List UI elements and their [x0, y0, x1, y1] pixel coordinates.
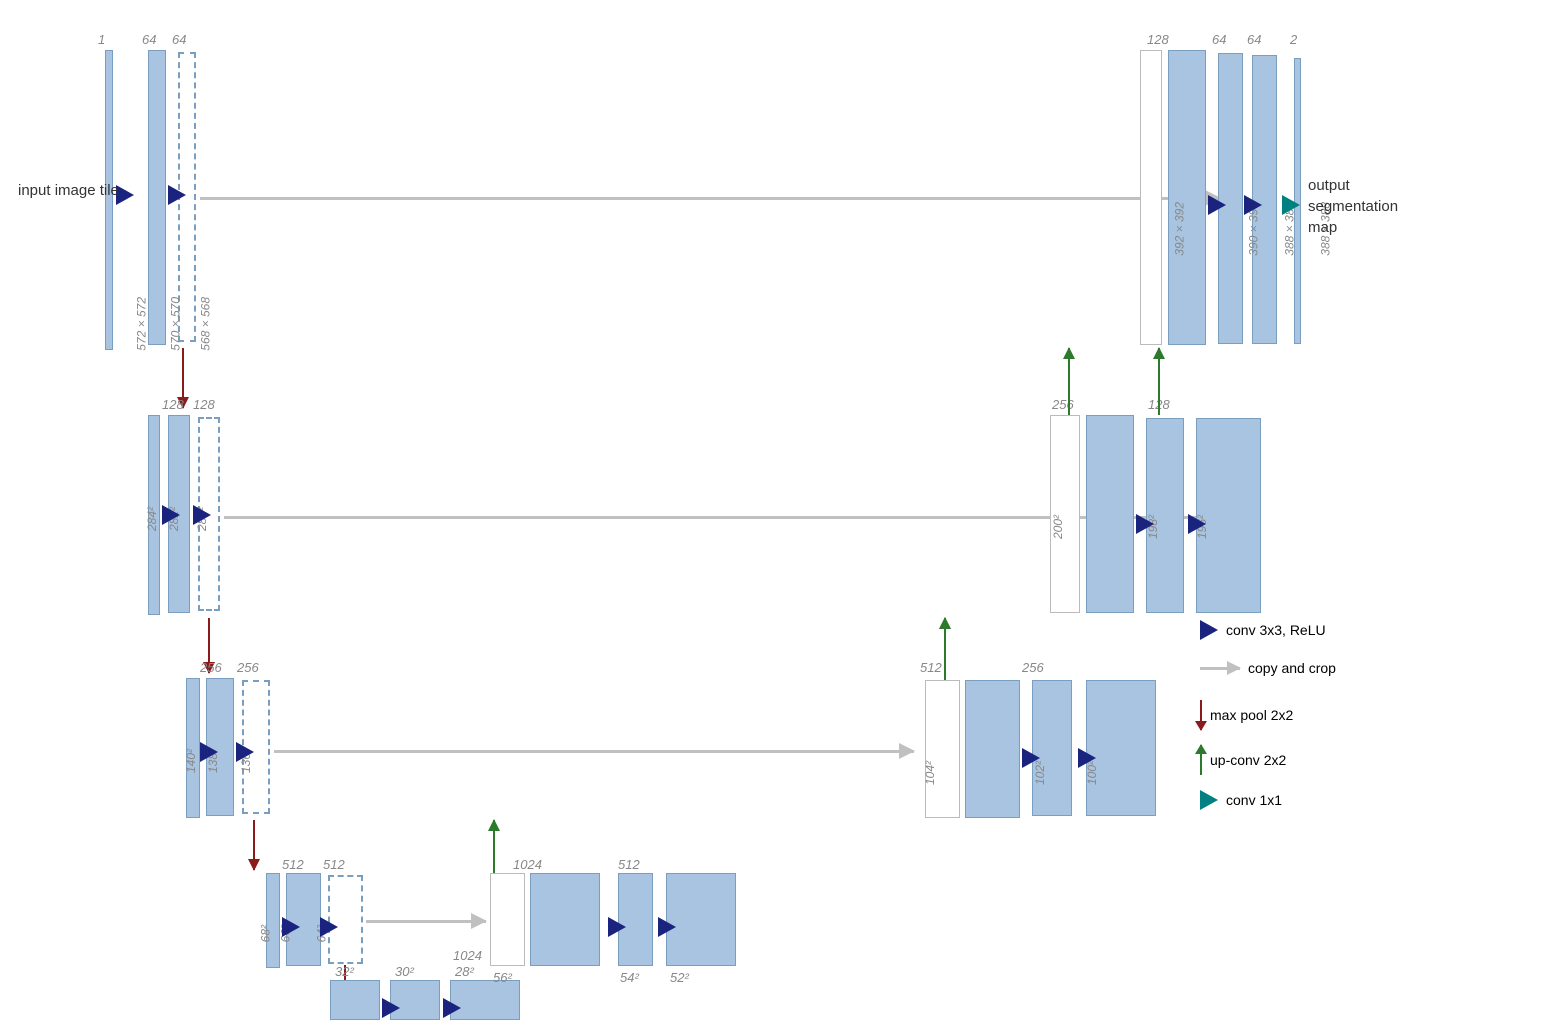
conv-arrow-2a	[162, 505, 180, 525]
size-568: 568 × 568	[199, 297, 213, 351]
conv-arrow-dec3b	[1078, 748, 1096, 768]
label-128-dec1: 128	[1147, 32, 1169, 47]
label-bot-30: 30²	[395, 964, 414, 979]
legend-conv: conv 3x3, ReLU	[1200, 620, 1326, 640]
conv-arrow-3b	[236, 742, 254, 762]
label-64-dec1b: 64	[1247, 32, 1261, 47]
fmap-256-100	[1086, 680, 1156, 816]
copy-crop-arrow-1	[200, 197, 1220, 200]
size-572: 572 × 572	[135, 297, 149, 351]
fmap-64-570	[148, 50, 166, 345]
label-256-dec3: 256	[1022, 660, 1044, 675]
fmap-512-52	[666, 873, 736, 966]
legend-upconv-icon	[1200, 745, 1202, 775]
fmap-1024-white	[490, 873, 525, 966]
legend-conv1x1: conv 1x1	[1200, 790, 1282, 810]
label-256-dec2: 256	[1052, 397, 1074, 412]
conv-arrow-4a	[282, 917, 300, 937]
size-284: 284²	[145, 507, 159, 531]
label-1: 1	[98, 32, 105, 47]
size-570: 570 × 570	[169, 297, 183, 351]
label-128a: 128	[162, 397, 184, 412]
size-392: 392 × 392	[1173, 202, 1187, 256]
legend-maxpool: max pool 2x2	[1200, 700, 1293, 730]
size-104: 104²	[923, 761, 937, 785]
legend-conv1x1-icon	[1200, 790, 1218, 810]
fmap-256-104	[965, 680, 1020, 818]
upconv-arrow-1	[1158, 348, 1160, 415]
legend-maxpool-icon	[1200, 700, 1202, 730]
label-512-dec: 512	[618, 857, 640, 872]
label-1024: 1024	[513, 857, 542, 872]
input-label: input image tile	[18, 180, 119, 201]
upconv-arrow-2	[1068, 348, 1070, 415]
conv-arrow-dec2b	[1188, 514, 1206, 534]
fmap-256-200-white	[1050, 415, 1080, 613]
conv-arrow-dec2a	[1136, 514, 1154, 534]
fmap-128-392	[1168, 50, 1206, 345]
label-512b: 512	[323, 857, 345, 872]
label-512-dec3: 512	[920, 660, 942, 675]
upconv-arrow-3b	[944, 618, 946, 680]
label-128b: 128	[193, 397, 215, 412]
fmap-256-200	[1086, 415, 1134, 613]
label-64a: 64	[142, 32, 156, 47]
copy-crop-arrow-4	[366, 920, 486, 923]
label-52: 52²	[670, 970, 689, 985]
label-64-dec1a: 64	[1212, 32, 1226, 47]
size-140: 140²	[184, 749, 198, 773]
conv-arrow-dec4a	[608, 917, 626, 937]
conv-arrow-bot-b	[443, 998, 461, 1018]
conv-arrow-dec1b	[1244, 195, 1262, 215]
conv-arrow-4b	[320, 917, 338, 937]
size-200: 200²	[1051, 515, 1065, 539]
legend-copy-label: copy and crop	[1248, 660, 1336, 676]
conv-arrow-2b	[193, 505, 211, 525]
label-64b: 64	[172, 32, 186, 47]
fmap-128-392-white	[1140, 50, 1162, 345]
conv-arrow-dec3a	[1022, 748, 1040, 768]
maxpool-arrow-3	[253, 820, 255, 870]
legend-conv1x1-label: conv 1x1	[1226, 792, 1282, 808]
legend-conv-label: conv 3x3, ReLU	[1226, 622, 1326, 638]
legend-copy-icon	[1200, 667, 1240, 670]
copy-crop-arrow-3	[274, 750, 914, 753]
upconv-arrow-4	[493, 820, 495, 873]
label-512a: 512	[282, 857, 304, 872]
size-68: 68²	[258, 925, 272, 942]
fmap-512-104-white	[925, 680, 960, 818]
label-256b: 256	[237, 660, 259, 675]
unet-diagram: 1 64 64 572 × 572 570 × 570 568 × 568 in…	[0, 0, 1555, 1036]
label-bot-32: 32²	[335, 964, 354, 979]
label-bot-28: 28²	[455, 964, 474, 979]
fmap-1024-blue	[530, 873, 600, 966]
label-56: 56²	[493, 970, 512, 985]
output-label: outputsegmentationmap	[1308, 175, 1398, 238]
label-54: 54²	[620, 970, 639, 985]
conv-arrow-3a	[200, 742, 218, 762]
legend-upconv: up-conv 2x2	[1200, 745, 1286, 775]
label-bot-1024: 1024	[453, 948, 482, 963]
conv-arrow-bot-a	[382, 998, 400, 1018]
conv1x1-arrow	[1282, 195, 1300, 215]
legend-upconv-label: up-conv 2x2	[1210, 752, 1286, 768]
fmap-512-68	[266, 873, 280, 968]
conv-arrow-dec4b	[658, 917, 676, 937]
label-256a: 256	[200, 660, 222, 675]
conv-arrow-dec1a	[1208, 195, 1226, 215]
conv-arrow-1b	[168, 185, 186, 205]
legend-conv-icon	[1200, 620, 1218, 640]
label-2: 2	[1290, 32, 1297, 47]
legend-maxpool-label: max pool 2x2	[1210, 707, 1293, 723]
legend-copy: copy and crop	[1200, 660, 1336, 676]
fmap-256-140	[186, 678, 200, 818]
fmap-1024-32	[330, 980, 380, 1020]
